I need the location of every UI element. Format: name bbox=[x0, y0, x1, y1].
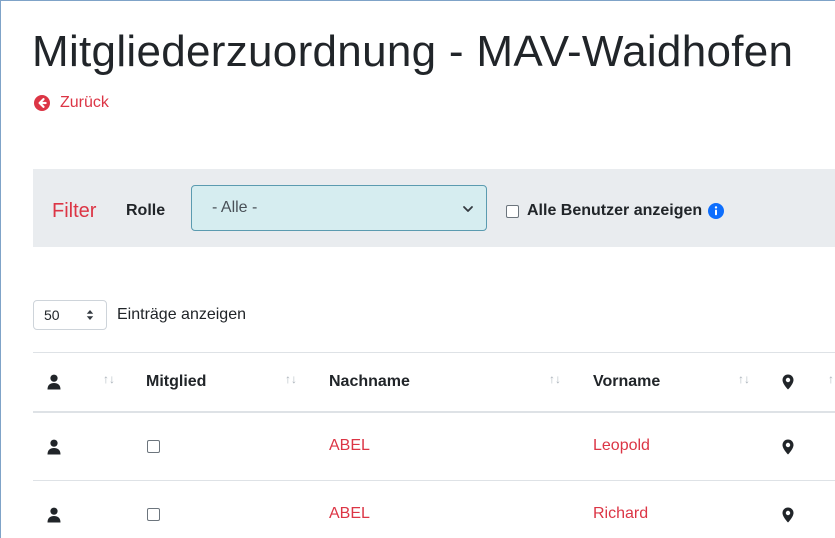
back-link[interactable]: Zurück bbox=[34, 94, 109, 112]
location-pin-icon bbox=[782, 374, 794, 390]
location-pin-icon[interactable] bbox=[782, 507, 794, 523]
chevron-down-icon bbox=[463, 206, 473, 212]
back-link-label: Zurück bbox=[60, 94, 109, 111]
sort-icon[interactable]: ↑↓ bbox=[549, 372, 561, 386]
filter-bar: Filter Rolle - Alle - Alle Benutzer anze… bbox=[33, 169, 835, 247]
all-users-toggle: Alle Benutzer anzeigen bbox=[506, 202, 725, 220]
role-label: Rolle bbox=[126, 202, 166, 219]
table-header: ↑↓ Mitglied ↑↓ Nachname ↑↓ Vorname ↑↓ ↑↓ bbox=[33, 353, 835, 413]
member-checkbox[interactable] bbox=[147, 440, 160, 453]
column-header-last-name[interactable]: Nachname bbox=[329, 373, 410, 391]
table-row: ABEL Leopold bbox=[33, 413, 835, 481]
sort-icon[interactable]: ↑↓ bbox=[738, 372, 750, 386]
role-select[interactable]: - Alle - bbox=[191, 185, 487, 231]
filter-label: Filter bbox=[52, 200, 97, 222]
column-header-member[interactable]: Mitglied bbox=[146, 373, 206, 391]
page-frame: Mitgliederzuordnung - MAV-Waidhofen Zurü… bbox=[0, 0, 835, 538]
user-icon bbox=[47, 439, 61, 455]
role-select-value: - Alle - bbox=[212, 199, 258, 216]
first-name-link[interactable]: Leopold bbox=[593, 437, 650, 455]
all-users-label: Alle Benutzer anzeigen bbox=[527, 202, 703, 219]
page-length-label: Einträge anzeigen bbox=[117, 306, 246, 323]
last-name-link[interactable]: ABEL bbox=[329, 505, 370, 523]
arrow-left-circle-icon bbox=[34, 95, 50, 111]
sort-icon[interactable]: ↑↓ bbox=[828, 372, 835, 386]
location-pin-icon[interactable] bbox=[782, 439, 794, 455]
sort-icon[interactable]: ↑↓ bbox=[103, 372, 115, 386]
members-table: ↑↓ Mitglied ↑↓ Nachname ↑↓ Vorname ↑↓ ↑↓… bbox=[33, 352, 835, 538]
last-name-link[interactable]: ABEL bbox=[329, 437, 370, 455]
page-length-control: 50 Einträge anzeigen bbox=[33, 300, 246, 330]
table-row: ABEL Richard bbox=[33, 481, 835, 538]
page-title: Mitgliederzuordnung - MAV-Waidhofen bbox=[32, 27, 794, 76]
member-checkbox[interactable] bbox=[147, 508, 160, 521]
all-users-checkbox[interactable] bbox=[506, 204, 519, 218]
sort-icon[interactable]: ↑↓ bbox=[285, 372, 297, 386]
user-icon bbox=[47, 374, 61, 390]
page-length-select[interactable]: 50 bbox=[33, 300, 107, 330]
sort-updown-icon bbox=[86, 310, 94, 320]
page-length-value: 50 bbox=[44, 307, 60, 323]
user-icon bbox=[47, 507, 61, 523]
first-name-link[interactable]: Richard bbox=[593, 505, 648, 523]
info-icon[interactable] bbox=[708, 203, 725, 219]
column-header-first-name[interactable]: Vorname bbox=[593, 373, 660, 391]
